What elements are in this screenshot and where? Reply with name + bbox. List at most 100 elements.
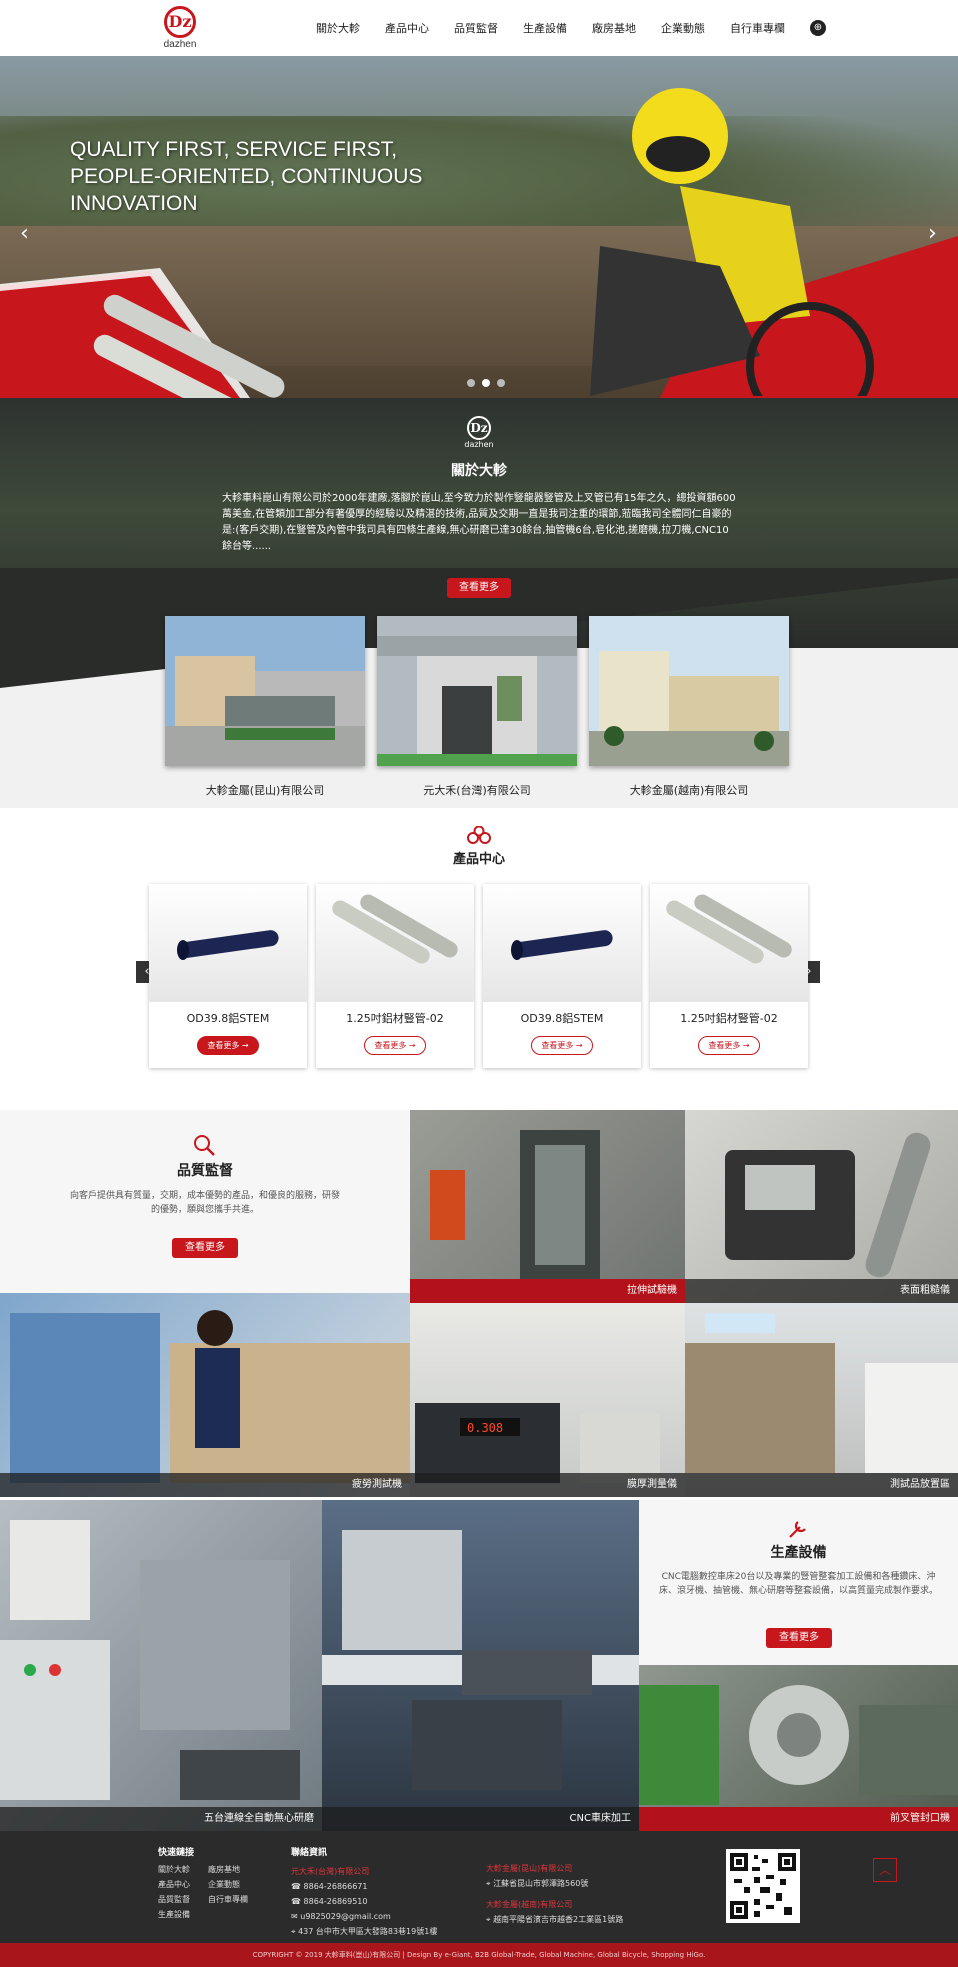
- nav-item-news[interactable]: 企業動態: [661, 20, 705, 36]
- mail-icon: ✉: [291, 1912, 301, 1921]
- email-line: ✉ u9825029@gmail.com: [291, 1909, 437, 1924]
- company-list: 大軫金屬(昆山)有限公司 元大禾(台灣)有限公司 大軫金屬(越南)有限公司: [165, 616, 801, 798]
- equipment-tile-grinding[interactable]: 五台連線全自動無心研磨: [0, 1500, 322, 1831]
- company-name: 大軫金屬(越南)有限公司: [629, 784, 749, 797]
- product-more-button[interactable]: 查看更多 →: [698, 1036, 760, 1055]
- svg-text:0.308: 0.308: [467, 1421, 503, 1435]
- hero-next-arrow[interactable]: ›: [928, 221, 937, 246]
- site-header: Dz dazhen 關於大軫 產品中心 品質監督 生產設備 廠房基地 企業動態 …: [0, 0, 958, 56]
- quality-tile-roughness[interactable]: 表面粗糙儀: [685, 1110, 958, 1303]
- company-photo-taiwan: [377, 616, 577, 766]
- pipes-icon: [467, 826, 491, 844]
- quality-tile-fatigue[interactable]: 疲勞測試機: [0, 1293, 410, 1497]
- phone-number[interactable]: 8864-26866671: [304, 1882, 368, 1891]
- footer-link[interactable]: 自行車專欄: [208, 1894, 258, 1905]
- quality-title: 品質監督: [177, 1163, 233, 1179]
- qr-code: [726, 1849, 800, 1923]
- thickness-gauge-image: 0.308: [415, 1403, 660, 1483]
- company-card-kunshan[interactable]: 大軫金屬(昆山)有限公司: [165, 616, 365, 798]
- quality-section: 品質監督 向客戶提供具有質量，交期，成本優勢的產品，和優良的服務，研發的優勢，願…: [0, 1110, 958, 1497]
- about-logo-mark: Dz: [467, 416, 491, 440]
- about-logo: Dz dazhen: [464, 416, 494, 456]
- quality-tile-thickness[interactable]: 0.308 膜厚測量儀: [410, 1303, 685, 1497]
- quality-tile-caption: 表面粗糙儀: [685, 1279, 958, 1303]
- back-to-top-button[interactable]: ︿: [873, 1858, 897, 1882]
- footer-link[interactable]: 廠房基地: [208, 1864, 258, 1875]
- product-image: [149, 884, 307, 1002]
- quality-tile-caption: 測試品放置區: [685, 1473, 958, 1497]
- quick-links-title: 快速鏈接: [158, 1848, 195, 1858]
- email-link[interactable]: u9825029@gmail.com: [300, 1912, 391, 1921]
- roughness-tester-image: [725, 1132, 931, 1278]
- hero-dot-2[interactable]: [482, 379, 490, 387]
- location-icon: ⌖: [486, 1915, 494, 1924]
- product-carousel: OD39.8鋁STEM 查看更多 → 1.25吋鋁材豎管-02 查看更多 → O…: [149, 884, 817, 1068]
- about-more-button[interactable]: 查看更多: [447, 578, 511, 598]
- equipment-tile-cnc[interactable]: CNC車床加工: [322, 1500, 639, 1831]
- about-logo-word: dazhen: [464, 440, 494, 449]
- globe-icon[interactable]: ⊕: [810, 20, 826, 36]
- grinding-machine-image: [0, 1520, 300, 1800]
- wrench-icon: [789, 1521, 806, 1538]
- company-card-taiwan[interactable]: 元大禾(台灣)有限公司: [377, 616, 577, 798]
- kunshan-address: 江蘇省昆山市郭澤路560號: [493, 1879, 589, 1888]
- address-line: ⌖ 437 台中市大甲區大發路83巷19號1樓: [291, 1924, 437, 1939]
- nav-item-quality[interactable]: 品質監督: [454, 20, 498, 36]
- phone-line: ☎ 8864-26866671: [291, 1879, 437, 1894]
- vietnam-address-line: ⌖ 越南平陽省濱吉市越香2工業區1號路: [486, 1912, 623, 1927]
- equipment-tile-caption: 前叉管封口機: [639, 1807, 958, 1831]
- product-card[interactable]: 1.25吋鋁材豎管-02 查看更多 →: [650, 884, 808, 1068]
- hero-dot-3[interactable]: [497, 379, 505, 387]
- location-icon: ⌖: [291, 1927, 299, 1936]
- phone-icon: ☎: [291, 1882, 304, 1891]
- hero-prev-arrow[interactable]: ‹: [20, 221, 29, 246]
- product-card[interactable]: 1.25吋鋁材豎管-02 查看更多 →: [316, 884, 474, 1068]
- hero-dot-1[interactable]: [467, 379, 475, 387]
- quality-more-button[interactable]: 查看更多: [172, 1238, 238, 1258]
- equipment-tile-sealing[interactable]: 前叉管封口機: [639, 1665, 958, 1831]
- product-more-button[interactable]: 查看更多 →: [531, 1036, 593, 1055]
- main-nav: 關於大軫 產品中心 品質監督 生產設備 廠房基地 企業動態 自行車專欄 ⊕: [316, 0, 826, 56]
- product-card[interactable]: OD39.8鋁STEM 查看更多 →: [149, 884, 307, 1068]
- quality-tile-caption: 拉伸試驗機: [410, 1279, 685, 1303]
- nav-item-bicycle[interactable]: 自行車專欄: [730, 20, 785, 36]
- quality-intro: 品質監督 向客戶提供具有質量，交期，成本優勢的產品，和優良的服務，研發的優勢，願…: [0, 1110, 410, 1293]
- about-body: 大軫車料崑山有限公司於2000年建廠,落腳於崑山,至今致力於製作豎龍器豎管及上叉…: [222, 493, 736, 552]
- magnifier-icon: [194, 1135, 215, 1156]
- site-logo[interactable]: Dz dazhen: [150, 6, 210, 52]
- contact-info: 聯絡資訊 元大禾(台灣)有限公司 ☎ 8864-26866671 ☎ 8864-…: [291, 1845, 437, 1939]
- nav-item-factory[interactable]: 廠房基地: [592, 20, 636, 36]
- equipment-more-button[interactable]: 查看更多: [766, 1628, 832, 1648]
- hero-rider-image: [590, 88, 874, 396]
- cnc-lathe-image: [322, 1530, 639, 1790]
- equipment-section: 五台連線全自動無心研磨 CNC車床加工 生產設備 CNC電腦數控車床20台以及專…: [0, 1500, 958, 1831]
- product-more-button[interactable]: 查看更多 →: [197, 1036, 259, 1055]
- product-image: [316, 884, 474, 1002]
- footer-link[interactable]: 關於大軫: [158, 1864, 208, 1875]
- quality-body: 向客戶提供具有質量，交期，成本優勢的產品，和優良的服務，研發的優勢，願與您攜手共…: [69, 1191, 340, 1215]
- footer-link[interactable]: 產品中心: [158, 1879, 208, 1890]
- product-title: 產品中心: [452, 852, 505, 867]
- footer-link[interactable]: 企業動態: [208, 1879, 258, 1890]
- nav-item-about[interactable]: 關於大軫: [316, 20, 360, 36]
- product-image: [483, 884, 641, 1002]
- nav-item-equipment[interactable]: 生產設備: [523, 20, 567, 36]
- nav-item-products[interactable]: 產品中心: [385, 20, 429, 36]
- product-image: [650, 884, 808, 1002]
- quality-tile-sample-area[interactable]: 測試品放置區: [685, 1303, 958, 1497]
- product-card[interactable]: OD39.8鋁STEM 查看更多 →: [483, 884, 641, 1068]
- fatigue-tester-image: [10, 1310, 410, 1483]
- fax-line: ☎ 8864-26869510: [291, 1894, 437, 1909]
- location-icon: ⌖: [486, 1879, 494, 1888]
- company-card-vietnam[interactable]: 大軫金屬(越南)有限公司: [589, 616, 789, 798]
- quality-tile-tensile[interactable]: 拉伸試驗機: [410, 1110, 685, 1303]
- product-name: 1.25吋鋁材豎管-02: [680, 1012, 778, 1025]
- product-more-button[interactable]: 查看更多 →: [364, 1036, 426, 1055]
- product-name: OD39.8鋁STEM: [186, 1012, 270, 1025]
- hero-pagination: [467, 379, 512, 387]
- footer-link[interactable]: 品質監督: [158, 1894, 208, 1905]
- address-text: 437 台中市大甲區大發路83巷19號1樓: [298, 1927, 438, 1936]
- company-name: 元大禾(台灣)有限公司: [423, 784, 531, 797]
- footer-link[interactable]: 生產設備: [158, 1909, 208, 1920]
- kunshan-company-name: 大軫金屬(昆山)有限公司: [486, 1864, 573, 1873]
